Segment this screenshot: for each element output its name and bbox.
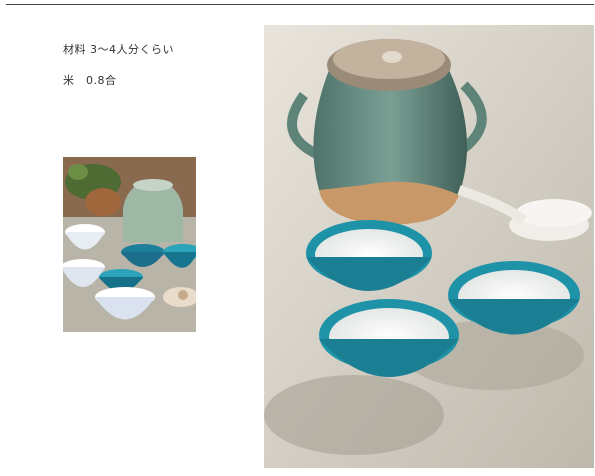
small-photo xyxy=(63,157,196,332)
top-divider xyxy=(6,4,594,5)
large-photo xyxy=(264,25,594,468)
ingredients-heading: 材料 3〜4人分くらい xyxy=(63,43,174,56)
ingredient-rice: 米 0.8合 xyxy=(63,74,117,87)
